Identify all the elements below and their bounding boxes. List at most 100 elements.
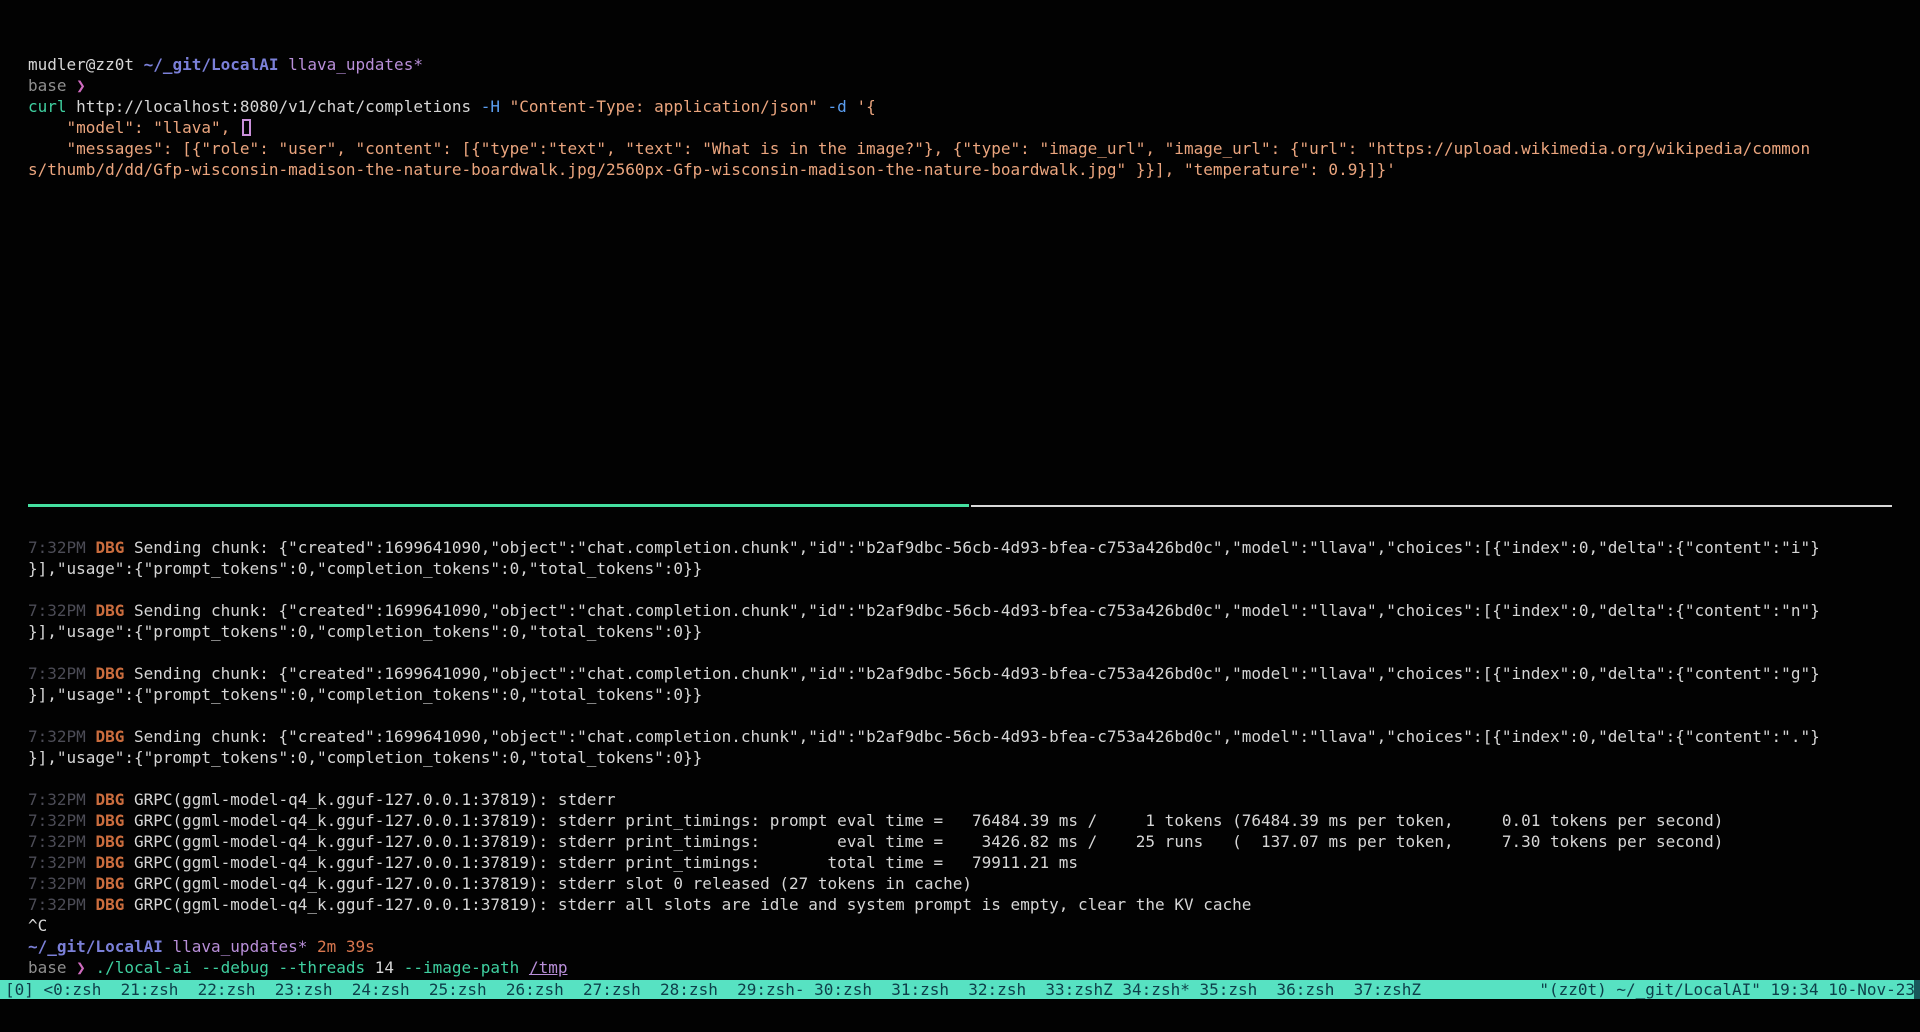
header-flag: -H bbox=[481, 97, 510, 116]
log-level: DBG bbox=[95, 811, 134, 830]
command-duration: 2m 39s bbox=[317, 937, 375, 956]
prompt-arrow: ❯ bbox=[76, 958, 95, 977]
log-time: 7:32PM bbox=[28, 664, 95, 683]
command-name: curl bbox=[28, 97, 76, 116]
log-message: GRPC(ggml-model-q4_k.gguf-127.0.0.1:3781… bbox=[134, 853, 1078, 872]
terminal-spacer bbox=[28, 705, 1892, 726]
terminal-cursor bbox=[242, 119, 251, 136]
sigint-marker: ^C bbox=[28, 916, 47, 935]
log-level: DBG bbox=[95, 790, 134, 809]
prompt-arrow: ❯ bbox=[76, 76, 86, 95]
prompt-line: mudler@zz0t ~/_git/LocalAI llava_updates… bbox=[28, 54, 1892, 75]
git-branch: llava_updates* bbox=[173, 937, 308, 956]
command-flags: --debug --threads bbox=[201, 958, 374, 977]
log-message: GRPC(ggml-model-q4_k.gguf-127.0.0.1:3781… bbox=[134, 811, 1723, 830]
terminal-output[interactable]: mudler@zz0t ~/_git/LocalAI llava_updates… bbox=[28, 54, 1892, 978]
log-grpc-line: 7:32PM DBG GRPC(ggml-model-q4_k.gguf-127… bbox=[28, 873, 1892, 894]
terminal-spacer bbox=[28, 180, 1892, 495]
image-path-flag: --image-path bbox=[404, 958, 529, 977]
log-level: DBG bbox=[95, 538, 134, 557]
messages-field-wrap: s/thumb/d/dd/Gfp-wisconsin-madison-the-n… bbox=[28, 160, 1396, 179]
tmp-path: /tmp bbox=[529, 958, 568, 977]
curl-body-messages-line: "messages": [{"role": "user", "content":… bbox=[28, 138, 1892, 159]
log-level: DBG bbox=[95, 895, 134, 914]
curl-body-messages-wrap-line: s/thumb/d/dd/Gfp-wisconsin-madison-the-n… bbox=[28, 159, 1892, 180]
log-level: DBG bbox=[95, 874, 134, 893]
text-segment bbox=[163, 937, 173, 956]
log-grpc-line: 7:32PM DBG GRPC(ggml-model-q4_k.gguf-127… bbox=[28, 789, 1892, 810]
tmux-window-list[interactable]: [0] <0:zsh 21:zsh 22:zsh 23:zsh 24:zsh 2… bbox=[5, 980, 1421, 999]
command-line: base ❯ ./local-ai --debug --threads 14 -… bbox=[28, 957, 1892, 978]
log-message: GRPC(ggml-model-q4_k.gguf-127.0.0.1:3781… bbox=[134, 832, 1723, 851]
log-chunk-line: 7:32PM DBG Sending chunk: {"created":169… bbox=[28, 726, 1892, 747]
log-message: Sending chunk: {"created":1699641090,"ob… bbox=[134, 601, 1820, 620]
log-message: GRPC(ggml-model-q4_k.gguf-127.0.0.1:3781… bbox=[134, 790, 616, 809]
log-message: GRPC(ggml-model-q4_k.gguf-127.0.0.1:3781… bbox=[134, 895, 1251, 914]
statusbar-end-marker bbox=[1914, 980, 1920, 999]
log-time: 7:32PM bbox=[28, 832, 95, 851]
text-segment: '{ bbox=[856, 97, 875, 116]
log-chunk-wrap-line: }],"usage":{"prompt_tokens":0,"completio… bbox=[28, 558, 1892, 579]
request-url: http://localhost:8080/v1/chat/completion… bbox=[76, 97, 481, 116]
terminal-spacer bbox=[28, 579, 1892, 600]
content-type-header: "Content-Type: application/json" bbox=[510, 97, 828, 116]
terminal-spacer bbox=[28, 642, 1892, 663]
log-message: Sending chunk: {"created":1699641090,"ob… bbox=[134, 538, 1820, 557]
prompt-line: base ❯ bbox=[28, 75, 1892, 96]
git-branch: llava_updates* bbox=[288, 55, 423, 74]
log-chunk-wrap-line: }],"usage":{"prompt_tokens":0,"completio… bbox=[28, 621, 1892, 642]
log-time: 7:32PM bbox=[28, 874, 95, 893]
log-chunk-line: 7:32PM DBG Sending chunk: {"created":169… bbox=[28, 537, 1892, 558]
tmux-session-info: "(zz0t) ~/_git/LocalAI" 19:34 10-Nov-23 bbox=[1539, 980, 1915, 999]
log-message: Sending chunk: {"created":1699641090,"ob… bbox=[134, 727, 1820, 746]
text-segment bbox=[307, 937, 317, 956]
divider-green-segment bbox=[28, 504, 969, 507]
log-time: 7:32PM bbox=[28, 538, 95, 557]
prompt-line: ~/_git/LocalAI llava_updates* 2m 39s bbox=[28, 936, 1892, 957]
log-message: Sending chunk: {"created":1699641090,"ob… bbox=[134, 664, 1820, 683]
command-name: ./local-ai bbox=[95, 958, 201, 977]
log-message: }],"usage":{"prompt_tokens":0,"completio… bbox=[28, 559, 702, 578]
prompt-env: base bbox=[28, 76, 76, 95]
cwd-path: ~/_git/LocalAI bbox=[28, 937, 163, 956]
log-level: DBG bbox=[95, 727, 134, 746]
log-grpc-line: 7:32PM DBG GRPC(ggml-model-q4_k.gguf-127… bbox=[28, 852, 1892, 873]
curl-command-line: curl http://localhost:8080/v1/chat/compl… bbox=[28, 96, 1892, 117]
cwd-path: ~/_git/LocalAI bbox=[144, 55, 279, 74]
log-time: 7:32PM bbox=[28, 727, 95, 746]
log-time: 7:32PM bbox=[28, 853, 95, 872]
log-chunk-wrap-line: }],"usage":{"prompt_tokens":0,"completio… bbox=[28, 747, 1892, 768]
log-time: 7:32PM bbox=[28, 811, 95, 830]
terminal-spacer bbox=[28, 516, 1892, 537]
log-message: }],"usage":{"prompt_tokens":0,"completio… bbox=[28, 748, 702, 767]
log-level: DBG bbox=[95, 853, 134, 872]
interrupt-line: ^C bbox=[28, 915, 1892, 936]
log-chunk-line: 7:32PM DBG Sending chunk: {"created":169… bbox=[28, 663, 1892, 684]
log-time: 7:32PM bbox=[28, 601, 95, 620]
log-grpc-line: 7:32PM DBG GRPC(ggml-model-q4_k.gguf-127… bbox=[28, 894, 1892, 915]
user-host: mudler@zz0t bbox=[28, 55, 144, 74]
text-segment bbox=[278, 55, 288, 74]
log-chunk-line: 7:32PM DBG Sending chunk: {"created":169… bbox=[28, 600, 1892, 621]
log-message: }],"usage":{"prompt_tokens":0,"completio… bbox=[28, 685, 702, 704]
log-level: DBG bbox=[95, 601, 134, 620]
terminal-spacer bbox=[28, 768, 1892, 789]
log-message: GRPC(ggml-model-q4_k.gguf-127.0.0.1:3781… bbox=[134, 874, 972, 893]
log-message: }],"usage":{"prompt_tokens":0,"completio… bbox=[28, 622, 702, 641]
pane-divider bbox=[28, 495, 1892, 516]
tmux-statusbar: [0] <0:zsh 21:zsh 22:zsh 23:zsh 24:zsh 2… bbox=[0, 980, 1920, 999]
log-time: 7:32PM bbox=[28, 895, 95, 914]
log-grpc-line: 7:32PM DBG GRPC(ggml-model-q4_k.gguf-127… bbox=[28, 831, 1892, 852]
log-level: DBG bbox=[95, 832, 134, 851]
messages-field: "messages": [{"role": "user", "content":… bbox=[28, 139, 1810, 158]
log-time: 7:32PM bbox=[28, 790, 95, 809]
log-chunk-wrap-line: }],"usage":{"prompt_tokens":0,"completio… bbox=[28, 684, 1892, 705]
threads-value: 14 bbox=[375, 958, 404, 977]
prompt-env: base bbox=[28, 958, 76, 977]
log-level: DBG bbox=[95, 664, 134, 683]
model-field: "model": "llava", bbox=[28, 118, 240, 137]
data-flag: -d bbox=[828, 97, 857, 116]
divider-white-segment bbox=[971, 505, 1892, 507]
curl-body-model-line: "model": "llava", bbox=[28, 117, 1892, 138]
log-grpc-line: 7:32PM DBG GRPC(ggml-model-q4_k.gguf-127… bbox=[28, 810, 1892, 831]
